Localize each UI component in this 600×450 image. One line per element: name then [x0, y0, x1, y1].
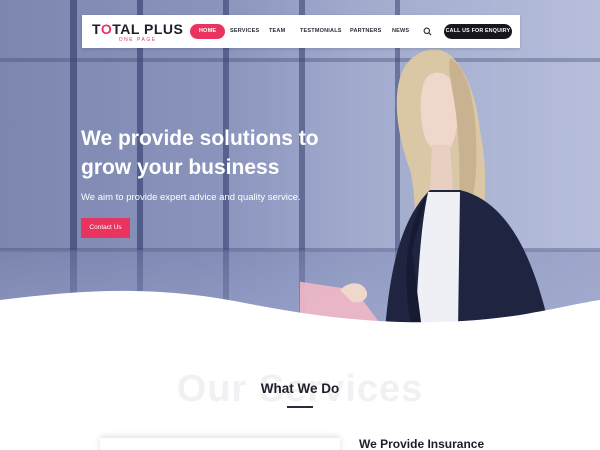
- contact-us-button[interactable]: Contact Us: [81, 218, 130, 238]
- nav-news[interactable]: NEWS: [392, 25, 409, 38]
- nav-services[interactable]: SERVICES: [230, 25, 259, 38]
- services-title: What We Do: [260, 381, 340, 396]
- call-us-button[interactable]: CALL US FOR ENQUIRY: [444, 24, 512, 39]
- logo-tagline: ONE PAGE: [118, 37, 157, 43]
- nav-partners[interactable]: PARTNERS: [350, 25, 381, 38]
- hero-wave-divider: [0, 290, 600, 340]
- nav-team[interactable]: TEAM: [269, 25, 285, 38]
- search-icon[interactable]: [423, 27, 432, 36]
- logo-text: TOTAL PLUS: [92, 21, 184, 37]
- hero-headline: We provide solutions to grow your busine…: [81, 127, 319, 179]
- top-navbar: TOTAL PLUS ONE PAGE HOME SERVICES TEAM T…: [82, 15, 520, 48]
- hero-subline: We aim to provide expert advice and qual…: [81, 192, 301, 203]
- nav-testmonials[interactable]: TESTMONIALS: [300, 25, 342, 38]
- service-image-card: [100, 438, 340, 450]
- site-logo[interactable]: TOTAL PLUS ONE PAGE: [92, 22, 183, 43]
- nav-home[interactable]: HOME: [190, 24, 226, 39]
- insurance-feature-title: We Provide Insurance: [359, 437, 485, 450]
- title-underline: [287, 406, 313, 408]
